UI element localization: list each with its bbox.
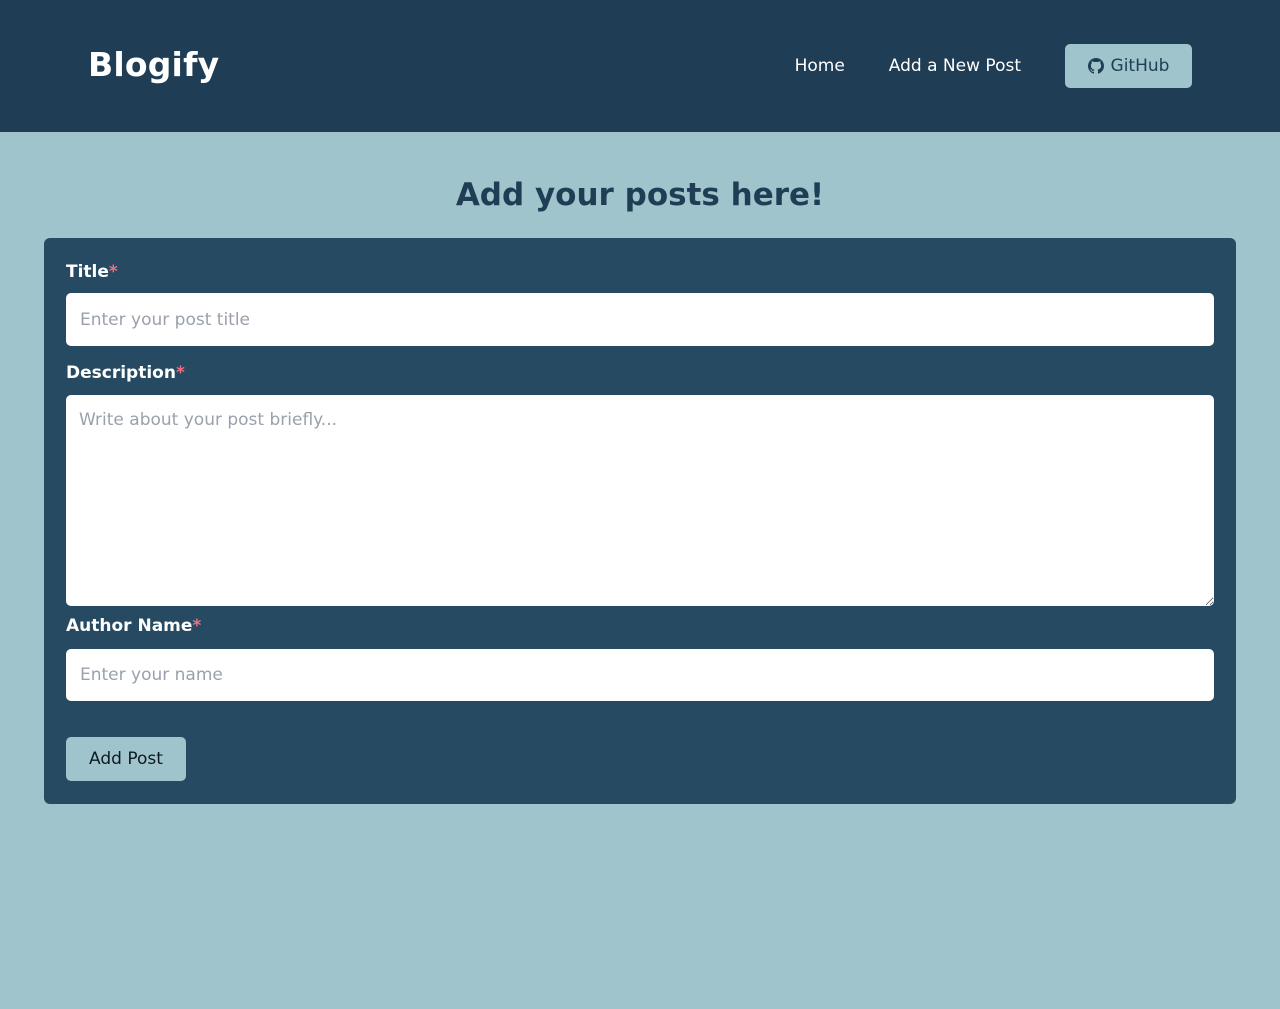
github-icon	[1087, 58, 1104, 74]
navbar: Blogify Home Add a New Post GitHub	[0, 0, 1280, 132]
author-name-input[interactable]	[66, 649, 1214, 701]
description-textarea[interactable]	[66, 395, 1214, 606]
page-title: Add your posts here!	[455, 177, 825, 213]
title-input[interactable]	[66, 293, 1214, 346]
github-button[interactable]: GitHub	[1065, 44, 1192, 88]
nav-link-add-post[interactable]: Add a New Post	[889, 56, 1021, 76]
title-label: Title*	[66, 260, 1214, 284]
author-label: Author Name*	[66, 614, 1214, 638]
description-label: Description*	[66, 361, 1214, 385]
required-asterisk: *	[175, 363, 185, 383]
add-post-form: Title* Description* Author Name* Add Pos…	[44, 238, 1236, 804]
author-label-text: Author Name	[66, 616, 193, 636]
required-asterisk: *	[192, 616, 202, 636]
required-asterisk: *	[108, 262, 118, 282]
brand-logo[interactable]: Blogify	[88, 45, 219, 84]
add-post-button[interactable]: Add Post	[66, 737, 186, 781]
nav-links: Home Add a New Post GitHub	[795, 44, 1192, 88]
github-button-label: GitHub	[1110, 56, 1170, 76]
title-label-text: Title	[66, 262, 109, 282]
description-label-text: Description	[66, 363, 176, 383]
nav-link-home[interactable]: Home	[795, 56, 845, 76]
